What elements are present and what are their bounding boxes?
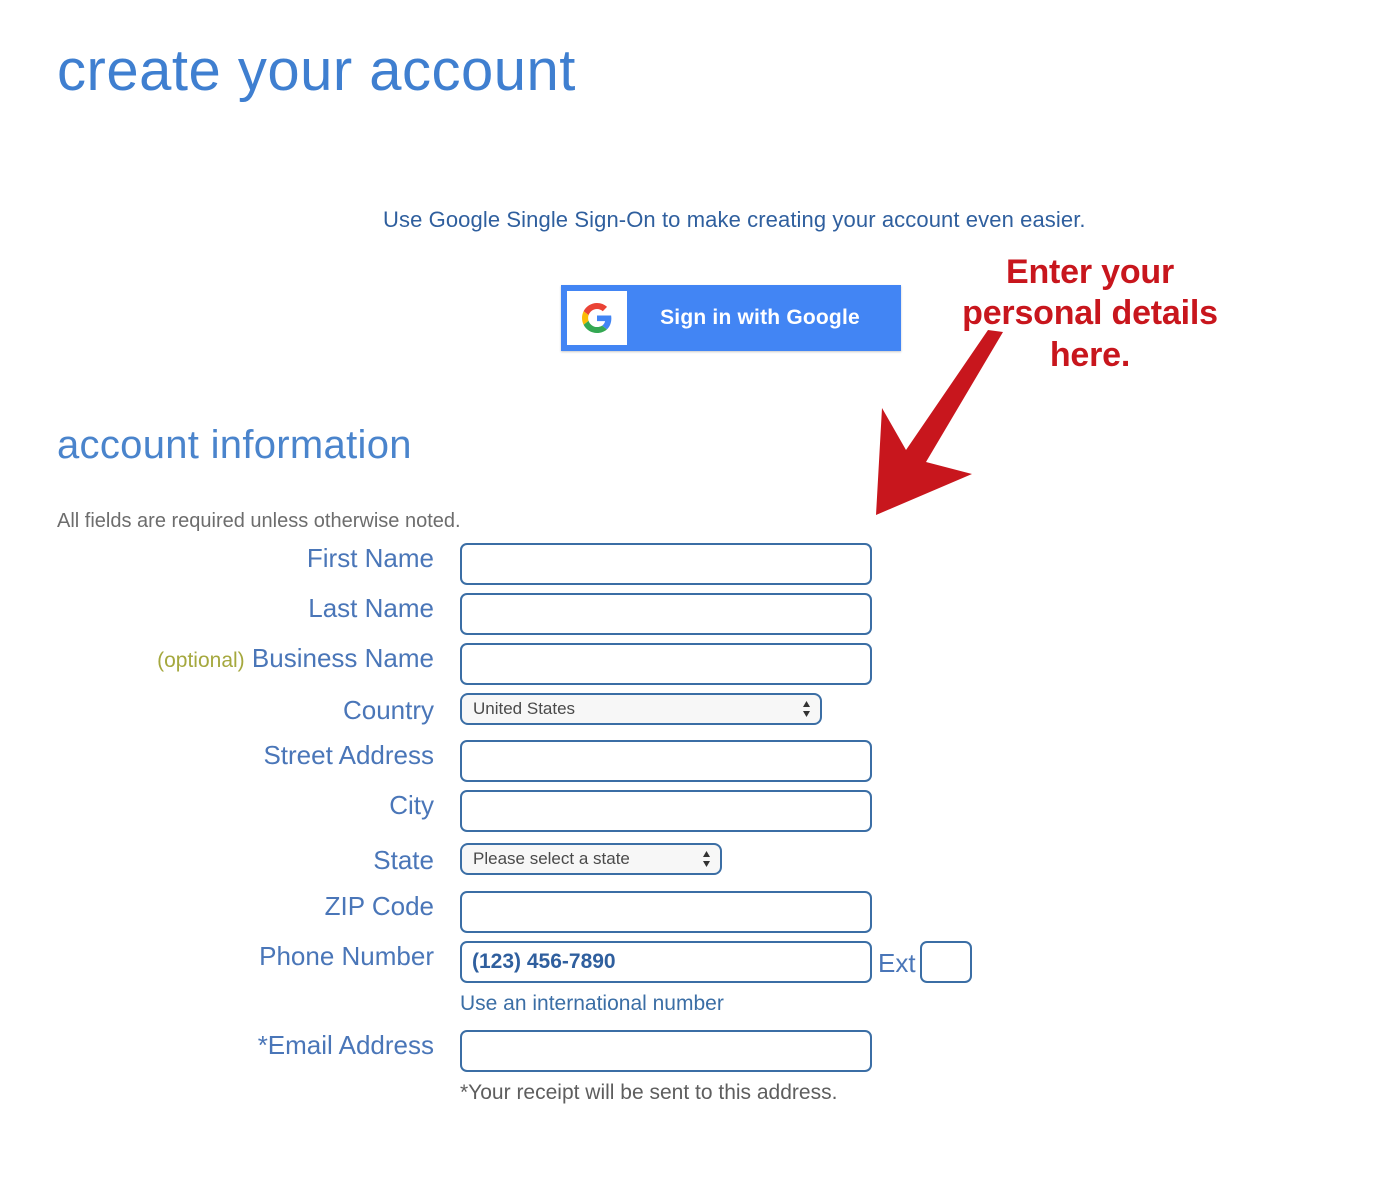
- form-row-city: City: [0, 790, 1060, 832]
- select-arrows-icon: [703, 851, 710, 867]
- form-row-first-name: First Name: [0, 543, 1060, 585]
- form-row-email-address: *Email Address: [0, 1030, 1060, 1072]
- page-title: create your account: [57, 38, 576, 103]
- form-row-zip-code: ZIP Code: [0, 891, 1060, 933]
- sso-description: Use Google Single Sign-On to make creati…: [383, 207, 1086, 232]
- sign-in-with-google-button[interactable]: Sign in with Google: [561, 285, 901, 351]
- label-state: State: [373, 845, 434, 875]
- label-country: Country: [342, 695, 434, 725]
- label-first-name: First Name: [306, 543, 434, 573]
- label-last-name: Last Name: [308, 593, 434, 623]
- email-receipt-footnote: *Your receipt will be sent to this addre…: [460, 1081, 838, 1104]
- first-name-input[interactable]: [460, 543, 872, 585]
- form-row-business-name: (optional) Business Name: [0, 643, 1060, 685]
- form-row-phone-helper: Use an international number: [0, 992, 1060, 1016]
- optional-tag: (optional): [157, 649, 245, 672]
- ext-label: Ext: [878, 948, 916, 978]
- form-row-phone-number: Phone Number Ext: [0, 941, 1060, 985]
- google-g-icon: [567, 291, 627, 345]
- label-street-address: Street Address: [263, 740, 434, 770]
- account-information-form: First Name Last Name (optional) Business…: [0, 543, 1060, 1105]
- phone-number-input[interactable]: [460, 941, 872, 983]
- business-name-input[interactable]: [460, 643, 872, 685]
- label-email-address: *Email Address: [257, 1030, 434, 1060]
- select-arrows-icon: [803, 701, 810, 717]
- state-select-value: Please select a state: [473, 849, 630, 868]
- zip-code-input[interactable]: [460, 891, 872, 933]
- form-row-last-name: Last Name: [0, 593, 1060, 635]
- country-select-value: United States: [473, 699, 576, 718]
- required-fields-note: All fields are required unless otherwise…: [57, 510, 461, 532]
- label-zip-code: ZIP Code: [324, 891, 434, 921]
- city-input[interactable]: [460, 790, 872, 832]
- label-phone-number: Phone Number: [259, 941, 434, 971]
- state-select[interactable]: Please select a state: [460, 843, 722, 875]
- country-select[interactable]: United States: [460, 693, 822, 725]
- annotation-text: Enter your personal details here.: [962, 253, 1218, 374]
- form-row-email-footnote: *Your receipt will be sent to this addre…: [0, 1081, 1060, 1105]
- label-business-name: (optional) Business Name: [157, 643, 434, 673]
- phone-extension-input[interactable]: [919, 941, 972, 983]
- section-title: account information: [57, 423, 412, 467]
- international-number-link[interactable]: Use an international number: [460, 992, 724, 1015]
- form-row-street-address: Street Address: [0, 740, 1060, 782]
- last-name-input[interactable]: [460, 593, 872, 635]
- email-address-input[interactable]: [460, 1030, 872, 1072]
- street-address-input[interactable]: [460, 740, 872, 782]
- sign-in-with-google-label: Sign in with Google: [660, 306, 860, 329]
- form-row-state: State Please select a state: [0, 843, 1060, 880]
- label-city: City: [389, 790, 434, 820]
- form-row-country: Country United States: [0, 693, 1060, 730]
